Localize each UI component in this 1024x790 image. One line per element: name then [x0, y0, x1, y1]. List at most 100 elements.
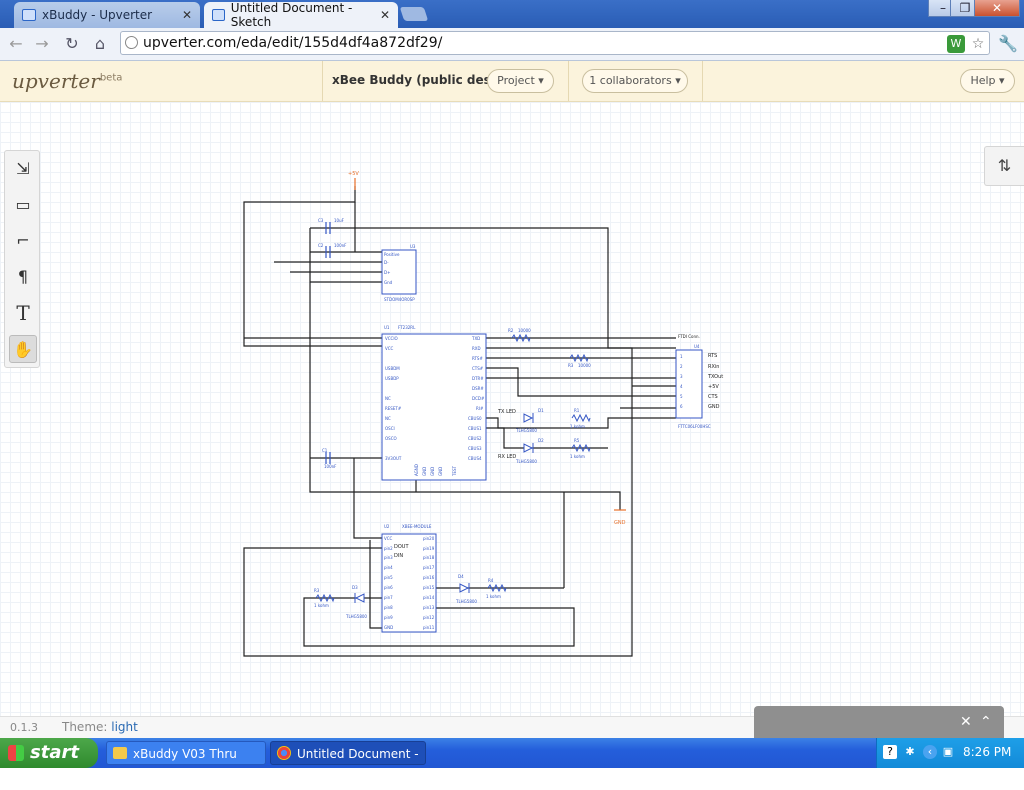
svg-text:CBUS2: CBUS2 [468, 436, 482, 441]
pan-hand-icon[interactable]: ✋ [9, 335, 37, 363]
svg-text:U2: U2 [384, 524, 390, 529]
svg-text:NC: NC [385, 396, 391, 401]
svg-text:pin6: pin6 [384, 585, 393, 590]
network-tray-icon[interactable]: ▣ [941, 745, 955, 759]
svg-text:D1: D1 [538, 408, 544, 413]
svg-text:CBUS1: CBUS1 [468, 426, 482, 431]
svg-text:10uF: 10uF [334, 218, 345, 223]
u4-pin-names: RTS RXin TXOut +5V CTS GND [707, 353, 723, 410]
svg-text:VCC: VCC [385, 346, 394, 351]
svg-text:CTS#: CTS# [472, 366, 484, 371]
svg-text:OSCO: OSCO [385, 436, 397, 441]
svg-text:pin11: pin11 [423, 625, 435, 630]
svg-text:pin14: pin14 [423, 595, 435, 600]
text-icon[interactable]: T [9, 299, 37, 327]
help-tray-icon[interactable]: ? [883, 745, 897, 759]
svg-text:AGND: AGND [414, 464, 419, 476]
svg-text:OSCI: OSCI [385, 426, 395, 431]
svg-text:pin18: pin18 [423, 555, 435, 560]
svg-text:pin5: pin5 [384, 575, 393, 580]
svg-text:100nF: 100nF [324, 464, 337, 469]
svg-text:NC: NC [385, 416, 391, 421]
chrome-icon [277, 746, 291, 760]
bottom-drawer[interactable]: ✕ ⌃ [754, 706, 1004, 738]
clock: 8:26 PM [963, 745, 1012, 759]
component-icon[interactable]: ▭ [9, 191, 37, 219]
svg-text:DTR#: DTR# [472, 376, 484, 381]
svg-text:RI#: RI# [476, 406, 484, 411]
svg-text:TXD: TXD [471, 336, 480, 341]
schematic-drawing[interactable]: +5V GND C3 10uF C2 100nF C1 100nF U3 STDOM4… [0, 0, 1024, 768]
svg-text:pin19: pin19 [423, 546, 435, 551]
svg-text:C3: C3 [318, 218, 324, 223]
svg-text:10000: 10000 [578, 363, 591, 368]
svg-text:VCCIO: VCCIO [385, 336, 398, 341]
svg-text:TLHG5800: TLHG5800 [455, 599, 477, 604]
svg-text:GND: GND [708, 404, 720, 410]
net-label-5v: +5V [348, 171, 359, 177]
svg-text:GND: GND [384, 625, 393, 630]
r1-resistor-icon [571, 413, 591, 423]
svg-text:RXin: RXin [708, 364, 719, 370]
svg-text:TLHG5800: TLHG5800 [515, 459, 537, 464]
svg-text:D3: D3 [352, 585, 358, 590]
taskbar-item-folder[interactable]: xBuddy V03 Thru Hole [106, 741, 266, 785]
svg-text:pin9: pin9 [384, 615, 393, 620]
svg-text:TXOut: TXOut [707, 374, 723, 380]
svg-text:R5: R5 [574, 438, 580, 443]
svg-text:VCC: VCC [384, 536, 393, 541]
svg-text:D-: D- [384, 260, 389, 265]
taskbar-item-chrome[interactable]: Untitled Document - S... [270, 741, 426, 785]
svg-text:1 kohm: 1 kohm [314, 603, 329, 608]
d3-led-icon [354, 593, 365, 603]
din-label: DIN [394, 553, 403, 559]
drawer-expand-icon[interactable]: ⌃ [980, 714, 992, 730]
svg-text:pin2: pin2 [384, 546, 393, 551]
svg-text:DSR#: DSR# [472, 386, 484, 391]
properties-panel-toggle-icon[interactable]: ⇅ [984, 146, 1024, 186]
svg-text:CBUS0: CBUS0 [468, 416, 482, 421]
d1-led-icon [523, 413, 534, 423]
tx-led-label: TX LED [497, 409, 516, 415]
theme-value-link[interactable]: light [111, 720, 138, 734]
svg-text:FT232RL: FT232RL [398, 325, 416, 330]
svg-text:RESET#: RESET# [385, 406, 402, 411]
svg-text:R3: R3 [568, 363, 574, 368]
svg-text:pin8: pin8 [384, 605, 393, 610]
system-tray: ? ✱ ‹ ▣ 8:26 PM [876, 738, 1024, 768]
svg-text:USBDM: USBDM [385, 366, 400, 371]
svg-text:USBDP: USBDP [385, 376, 399, 381]
net-label-icon[interactable]: ¶ [9, 263, 37, 291]
start-button[interactable]: start [0, 738, 98, 768]
svg-text:Gnd: Gnd [384, 280, 393, 285]
bluetooth-tray-icon[interactable]: ✱ [903, 745, 917, 759]
dout-label: DOUT [394, 544, 409, 550]
svg-text:R1: R1 [574, 408, 580, 413]
svg-text:Positive: Positive [384, 252, 400, 257]
svg-text:10000: 10000 [518, 328, 531, 333]
svg-text:pin13: pin13 [423, 605, 435, 610]
svg-text:GND: GND [438, 467, 443, 476]
svg-text:1 kohm: 1 kohm [570, 424, 585, 429]
svg-text:U4: U4 [694, 344, 700, 349]
svg-text:D4: D4 [458, 574, 464, 579]
svg-text:pin12: pin12 [423, 615, 435, 620]
svg-text:pin3: pin3 [384, 555, 393, 560]
svg-text:RTS#: RTS# [472, 356, 483, 361]
svg-text:100nF: 100nF [334, 243, 347, 248]
version-label: 0.1.3 [10, 721, 38, 734]
svg-text:CBUS4: CBUS4 [468, 456, 482, 461]
svg-text:TLHG5800: TLHG5800 [515, 428, 537, 433]
wire-icon[interactable]: ⌐ [9, 227, 37, 255]
drawer-close-icon[interactable]: ✕ [960, 714, 972, 730]
svg-text:pin16: pin16 [423, 575, 435, 580]
svg-text:pin7: pin7 [384, 595, 393, 600]
svg-text:FTDI Conn.: FTDI Conn. [678, 334, 700, 339]
d2-led-icon [523, 443, 534, 453]
theme-switcher[interactable]: Theme: light [62, 720, 138, 734]
windows-taskbar: start xBuddy V03 Thru Hole Untitled Docu… [0, 738, 1024, 785]
svg-text:CBUS3: CBUS3 [468, 446, 482, 451]
tray-collapse-icon[interactable]: ‹ [923, 745, 937, 759]
svg-text:STDOM4OR0SP: STDOM4OR0SP [384, 297, 415, 302]
select-move-icon[interactable]: ⇲ [9, 155, 37, 183]
